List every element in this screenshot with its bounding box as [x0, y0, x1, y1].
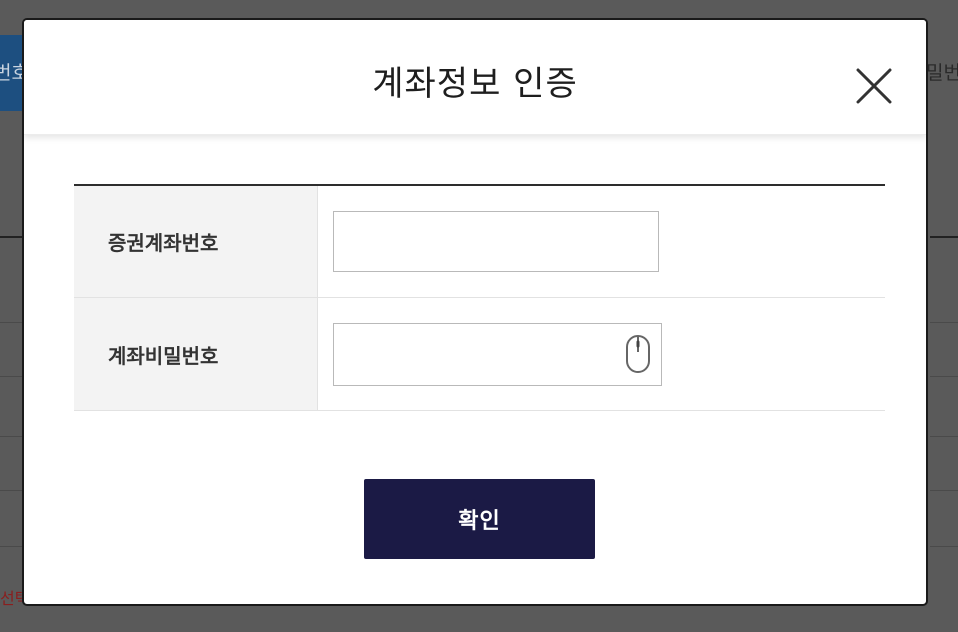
background-divider — [0, 436, 24, 437]
background-divider — [930, 322, 958, 323]
background-divider — [0, 236, 24, 238]
background-divider — [0, 490, 24, 491]
account-password-input[interactable] — [333, 323, 662, 386]
account-verification-modal: 계좌정보 인증 증권계좌번호 계좌비밀번호 확인 — [22, 18, 928, 606]
form-row-account-password: 계좌비밀번호 — [74, 298, 885, 411]
account-number-input[interactable] — [333, 211, 659, 272]
confirm-button[interactable]: 확인 — [364, 479, 595, 559]
background-divider — [0, 376, 24, 377]
background-red-label: 선택 — [0, 589, 24, 608]
background-divider — [0, 322, 24, 323]
background-divider — [930, 436, 958, 437]
modal-header: 계좌정보 인증 — [24, 20, 926, 135]
background-divider — [930, 546, 958, 547]
close-icon — [856, 68, 892, 104]
account-number-cell — [318, 186, 885, 297]
form-row-account-number: 증권계좌번호 — [74, 186, 885, 298]
close-button[interactable] — [852, 64, 896, 108]
password-field-wrapper — [333, 323, 662, 386]
modal-title: 계좌정보 인증 — [372, 64, 578, 104]
background-label: 밀번 — [926, 62, 958, 84]
account-form: 증권계좌번호 계좌비밀번호 — [74, 184, 885, 411]
background-divider — [930, 236, 958, 238]
account-password-cell — [318, 298, 885, 410]
background-divider — [0, 546, 24, 547]
background-divider — [930, 490, 958, 491]
mouse-icon[interactable] — [625, 334, 651, 374]
account-number-label: 증권계좌번호 — [74, 186, 318, 297]
account-password-label: 계좌비밀번호 — [74, 298, 318, 410]
background-divider — [930, 376, 958, 377]
